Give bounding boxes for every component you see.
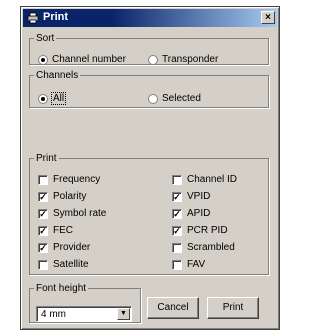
close-button[interactable]: × [261, 11, 275, 24]
title-bar[interactable]: Print × [23, 9, 277, 27]
checkbox-label: VPID [187, 191, 211, 202]
checkbox-polarity[interactable]: ✓ Polarity [38, 191, 86, 202]
chevron-down-icon[interactable]: ▼ [117, 308, 130, 320]
check-icon: ✓ [172, 208, 182, 219]
checkbox-label: PCR PID [187, 225, 228, 236]
sort-legend: Sort [36, 33, 55, 44]
check-icon: ✓ [38, 208, 48, 219]
font-height-select[interactable]: 4 mm ▼ [36, 306, 132, 322]
cancel-button[interactable]: Cancel [147, 297, 199, 319]
checkbox-box [172, 242, 182, 253]
channels-option-label: Selected [162, 93, 201, 104]
check-icon: ✓ [38, 191, 48, 202]
sort-transponder-radio[interactable]: Transponder [148, 54, 218, 65]
checkbox-symbol-rate[interactable]: ✓ Symbol rate [38, 208, 106, 219]
sort-option-label: Transponder [162, 54, 219, 65]
checkbox-label: Channel ID [187, 174, 238, 185]
window-title: Print [43, 11, 69, 23]
sort-option-label: Channel number [52, 54, 126, 65]
channels-group: Channels All Selected [29, 70, 269, 108]
print-dialog: Print × Sort Channel number Transponder … [20, 6, 280, 330]
checkbox-pcr-pid[interactable]: ✓ PCR PID [172, 225, 228, 236]
print-legend: Print [36, 153, 57, 164]
printer-icon [27, 12, 39, 24]
check-icon: ✓ [172, 191, 182, 202]
channels-selected-radio[interactable]: Selected [148, 93, 201, 104]
checkbox-label: APID [187, 208, 211, 219]
channels-legend: Channels [36, 70, 79, 81]
checkbox-vpid[interactable]: ✓ VPID [172, 191, 210, 202]
radio-indicator [38, 93, 48, 104]
checkbox-label: FEC [53, 225, 73, 236]
sort-group: Sort Channel number Transponder [29, 33, 269, 65]
checkbox-scrambled[interactable]: Scrambled [172, 242, 235, 253]
checkbox-provider[interactable]: ✓ Provider [38, 242, 90, 253]
font-height-group: Font height 4 mm ▼ [29, 283, 141, 323]
radio-indicator [148, 93, 158, 104]
check-icon: ✓ [38, 242, 48, 253]
checkbox-fec[interactable]: ✓ FEC [38, 225, 73, 236]
checkbox-box [172, 174, 182, 185]
checkbox-box [38, 259, 48, 270]
checkbox-box [172, 259, 182, 270]
checkbox-channel-id[interactable]: Channel ID [172, 174, 237, 185]
checkbox-apid[interactable]: ✓ APID [172, 208, 210, 219]
checkbox-label: Frequency [53, 174, 101, 185]
print-fields-group: Print Frequency ✓ Polarity ✓ Symbol rate… [29, 153, 269, 275]
checkbox-label: Polarity [53, 191, 87, 202]
checkbox-fav[interactable]: FAV [172, 259, 205, 270]
radio-indicator [38, 54, 48, 65]
channels-option-label: All [50, 92, 67, 105]
checkbox-label: FAV [187, 259, 206, 270]
checkbox-satellite[interactable]: Satellite [38, 259, 89, 270]
sort-channel-number-radio[interactable]: Channel number [38, 54, 126, 65]
check-icon: ✓ [172, 225, 182, 236]
checkbox-box [38, 174, 48, 185]
font-height-legend: Font height [36, 283, 87, 294]
checkbox-label: Satellite [53, 259, 89, 270]
check-icon: ✓ [38, 225, 48, 236]
font-height-value: 4 mm [41, 309, 66, 320]
radio-indicator [148, 54, 158, 65]
checkbox-label: Symbol rate [53, 208, 107, 219]
checkbox-frequency[interactable]: Frequency [38, 174, 100, 185]
print-button[interactable]: Print [207, 297, 259, 319]
checkbox-label: Provider [53, 242, 91, 253]
channels-all-radio[interactable]: All [38, 92, 67, 105]
checkbox-label: Scrambled [187, 242, 235, 253]
